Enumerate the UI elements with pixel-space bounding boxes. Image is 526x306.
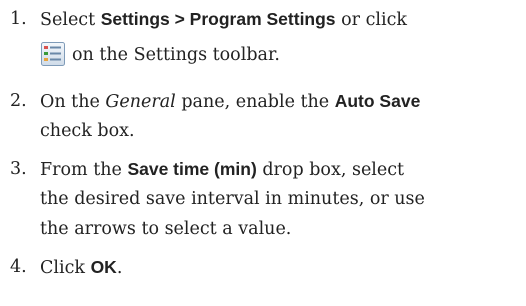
step-number: 1. — [10, 9, 27, 29]
option-name: Save time (min) — [127, 159, 257, 179]
step-text: Select Settings > Program Settings or cl… — [40, 4, 407, 35]
button-name: OK — [90, 257, 117, 277]
step-text: Click OK. — [40, 252, 122, 283]
step-text: the arrows to select a value. — [40, 214, 291, 244]
program-settings-icon — [40, 41, 66, 67]
step-text-segment: the arrows to select a value. — [40, 219, 292, 239]
step-text-segment: On the — [40, 92, 106, 112]
step-text-segment: pane, enable the — [175, 92, 335, 112]
step-text-segment: Select — [40, 10, 101, 30]
step-number: 4. — [10, 257, 27, 277]
step-text-segment: From the — [40, 160, 128, 180]
option-name: Auto Save — [334, 91, 421, 111]
menu-path: Settings > Program Settings — [100, 9, 336, 29]
step-text-segment: the desired save interval in minutes, or… — [40, 189, 425, 209]
step-text: On the General pane, enable the Auto Sav… — [40, 86, 420, 117]
pane-name: General — [105, 92, 176, 112]
step-text-segment: on the Settings toolbar. — [72, 45, 280, 65]
step-text-segment: . — [116, 258, 123, 278]
step-number: 3. — [10, 159, 27, 179]
step-text-segment: drop box, select — [256, 160, 405, 180]
step-text-segment: or click — [335, 10, 407, 30]
step-text-segment: Click — [40, 258, 91, 278]
step-number: 2. — [10, 91, 27, 111]
step-text: on the Settings toolbar. — [40, 40, 280, 70]
step-text: the desired save interval in minutes, or… — [40, 184, 425, 214]
step-text: check box. — [40, 116, 135, 146]
step-text-segment: check box. — [40, 121, 135, 141]
step-text: From the Save time (min) drop box, selec… — [40, 154, 404, 185]
